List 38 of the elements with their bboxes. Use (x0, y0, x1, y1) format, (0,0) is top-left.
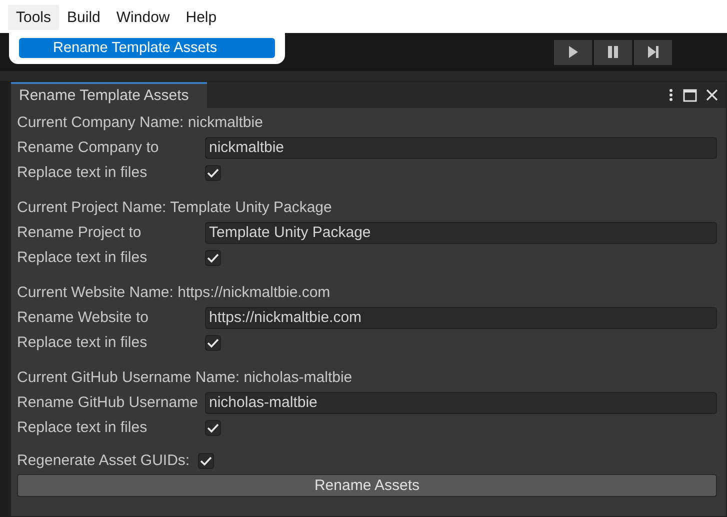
checkbox[interactable] (198, 452, 214, 468)
text-field[interactable]: Template Unity Package (205, 222, 717, 244)
play-icon (566, 45, 580, 59)
menu-item[interactable]: Build (59, 5, 108, 30)
play-button[interactable] (554, 40, 592, 64)
field-label: Rename Website to (17, 309, 150, 326)
menu-item[interactable]: Window (108, 5, 178, 30)
current-value-label: Current GitHub Username Name: nicholas-maltbie (17, 368, 354, 388)
field-label: Rename Company to (17, 139, 160, 156)
checkbox-label: Regenerate Asset GUIDs: (17, 452, 190, 469)
maximize-icon[interactable] (683, 88, 697, 102)
checkbox[interactable] (205, 164, 221, 180)
text-field[interactable]: nicholas-maltbie (205, 392, 717, 414)
pause-button[interactable] (594, 40, 632, 64)
step-icon (646, 45, 660, 59)
field-label: Rename Project to (17, 224, 142, 241)
rename-assets-button[interactable]: Rename Assets (17, 474, 717, 497)
text-field[interactable]: nickmaltbie (205, 136, 717, 158)
text-field[interactable]: https://nickmaltbie.com (205, 306, 717, 328)
checkbox-label: Replace text in files (17, 164, 148, 181)
menu-item[interactable]: Rename Template Assets (19, 38, 275, 58)
more-icon[interactable] (668, 88, 674, 102)
menu-item[interactable]: Tools (8, 5, 60, 30)
field-label: Rename GitHub Username (17, 394, 199, 411)
window-tab[interactable]: Rename Template Assets (11, 82, 207, 108)
pause-icon (607, 45, 619, 59)
checkbox-label: Replace text in files (17, 419, 148, 436)
checkbox-label: Replace text in files (17, 334, 148, 351)
current-value-label: Current Project Name: Template Unity Package (17, 198, 333, 218)
checkbox[interactable] (205, 420, 221, 436)
step-button[interactable] (634, 40, 672, 64)
current-value-label: Current Website Name: https://nickmaltbie.com (17, 283, 332, 303)
checkbox[interactable] (205, 250, 221, 266)
current-value-label: Current Company Name: nickmaltbie (17, 113, 264, 133)
menu-item[interactable]: Help (178, 5, 225, 30)
checkbox-label: Replace text in files (17, 249, 148, 266)
close-icon[interactable] (706, 89, 718, 101)
checkbox[interactable] (205, 334, 221, 350)
